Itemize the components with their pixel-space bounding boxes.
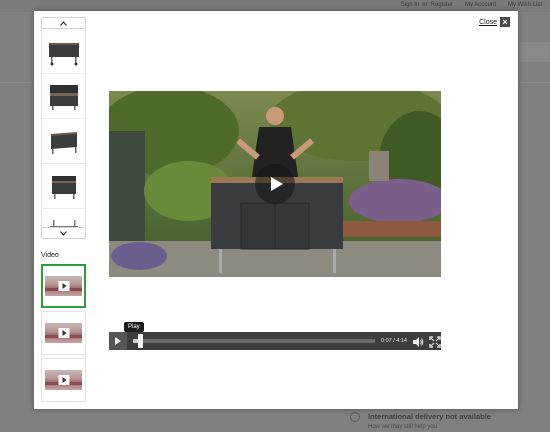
background-button bbox=[520, 42, 550, 62]
chevron-up-icon bbox=[60, 20, 67, 26]
grill-station-angle-icon bbox=[50, 132, 77, 154]
grill-station-shelf-icon bbox=[49, 220, 78, 227]
my-account-link: My Account bbox=[464, 2, 496, 8]
sign-in-link: Sign In bbox=[400, 2, 420, 8]
thumbnail-4[interactable] bbox=[42, 166, 85, 209]
grill-station-front-icon bbox=[48, 43, 79, 66]
video-thumbnail-2[interactable] bbox=[41, 311, 86, 355]
play-icon bbox=[58, 281, 69, 291]
video-player-frame[interactable] bbox=[109, 91, 441, 277]
delivery-title: International delivery not available bbox=[368, 412, 491, 421]
close-button[interactable]: Close × bbox=[479, 17, 510, 27]
play-icon bbox=[58, 375, 69, 385]
big-play-button[interactable] bbox=[255, 164, 295, 204]
video-heading: Video bbox=[41, 252, 59, 259]
chevron-down-icon bbox=[60, 230, 67, 236]
register-link: Register bbox=[430, 2, 453, 8]
fullscreen-button[interactable] bbox=[429, 335, 441, 348]
progress-handle[interactable] bbox=[137, 334, 143, 348]
volume-icon bbox=[413, 337, 424, 347]
thumbnail-2[interactable] bbox=[42, 76, 85, 119]
grill-station-open-icon bbox=[49, 85, 78, 110]
thumbnail-carousel bbox=[41, 17, 86, 239]
close-label[interactable]: Close bbox=[479, 19, 497, 26]
video-thumbnail-1[interactable] bbox=[41, 264, 86, 308]
scroll-up-button[interactable] bbox=[41, 17, 86, 29]
play-icon bbox=[58, 328, 69, 338]
thumbnail-1[interactable] bbox=[42, 31, 85, 74]
time-display: 0:07 / 4:14 bbox=[381, 338, 407, 344]
volume-button[interactable] bbox=[412, 335, 424, 347]
delivery-subtitle: How we may still help you bbox=[368, 424, 438, 430]
video-thumbnail-3[interactable] bbox=[41, 358, 86, 402]
globe-icon bbox=[350, 412, 360, 422]
delivery-notice: International delivery not available How… bbox=[346, 410, 546, 432]
video-controls-bar: 0:07 / 4:14 bbox=[109, 332, 441, 350]
media-gallery-modal: Close × Video Play 0:07 / 4:14 bbox=[34, 11, 518, 409]
thumbnail-3[interactable] bbox=[42, 121, 85, 164]
play-tooltip: Play bbox=[124, 322, 144, 335]
wish-list-link: My Wish List bbox=[507, 2, 542, 8]
play-button[interactable] bbox=[109, 332, 127, 350]
progress-bar[interactable] bbox=[132, 334, 375, 348]
fullscreen-icon bbox=[429, 336, 441, 348]
thumbnail-list bbox=[41, 29, 86, 227]
scroll-down-button[interactable] bbox=[41, 227, 86, 239]
grill-station-side-icon bbox=[51, 176, 76, 199]
close-icon[interactable]: × bbox=[500, 17, 510, 27]
background-top-links: Sign In or Register My Account My Wish L… bbox=[401, 2, 542, 8]
or-text: or bbox=[422, 2, 428, 8]
thumbnail-5[interactable] bbox=[42, 211, 85, 227]
